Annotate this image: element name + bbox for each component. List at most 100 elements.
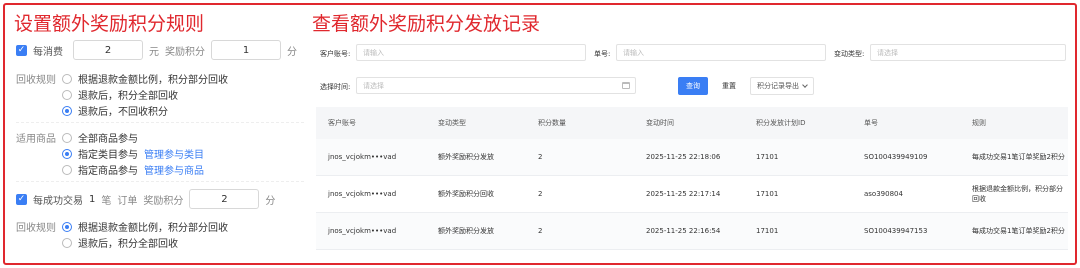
trade-count-value: 1 — [89, 193, 96, 205]
cell-account: jnos_vcjokm•••vad — [328, 153, 397, 161]
time-filter-label: 选择时间: — [320, 83, 351, 91]
rule1-reclaim-label: 回收规则 — [16, 75, 56, 86]
rule2-option-label: 根据退款金额比例，积分部分回收 — [78, 223, 228, 234]
cell-account: jnos_vcjokm•••vad — [328, 227, 397, 235]
order-filter-label: 单号: — [594, 50, 611, 58]
spend-points-unit: 分 — [287, 46, 297, 58]
rule2-radio-1[interactable] — [62, 237, 72, 248]
order-filter-input[interactable]: 请输入 — [616, 44, 826, 61]
rule-spend-row: ✓ 每消费 2 元 奖励积分 1 分 — [16, 40, 297, 60]
records-panel: 客户账号: 请输入 单号: 请输入 变动类型: 请选择 选择时间: 请选择 查询… — [316, 38, 1068, 260]
header-type: 变动类型 — [438, 119, 466, 127]
divider — [16, 181, 304, 182]
rule1-option-label: 退款后，不回收积分 — [78, 107, 168, 118]
cell-type: 额外奖励积分回收 — [438, 190, 494, 198]
cell-type: 额外奖励积分发放 — [438, 227, 494, 235]
account-filter-label: 客户账号: — [320, 50, 351, 58]
header-time: 变动时间 — [646, 119, 674, 127]
rule1-option-label: 根据退款金额比例，积分部分回收 — [78, 75, 228, 86]
export-button[interactable]: 积分记录导出 — [750, 77, 814, 95]
product-option-1[interactable]: 指定类目参与 管理参与类目 — [62, 146, 204, 161]
cell-plan-id: 17101 — [756, 190, 779, 198]
cell-rule: 每成功交易1笔订单奖励2积分 — [972, 153, 1065, 161]
account-filter-input[interactable]: 请输入 — [356, 44, 586, 61]
rule-spend-checkbox[interactable]: ✓ — [16, 44, 27, 56]
product-option-label: 指定类目参与 — [78, 150, 138, 161]
cell-plan-id: 17101 — [756, 153, 779, 161]
records-table: 客户账号 变动类型 积分数量 变动时间 积分发放计划ID 单号 规则 jnos_… — [316, 107, 1068, 250]
rule2-option-1[interactable]: 退款后，积分全部回收 — [62, 235, 178, 250]
time-filter-input[interactable]: 请选择 — [356, 77, 636, 94]
table-body: jnos_vcjokm•••vad 额外奖励积分发放 2 2025-11-25 … — [316, 139, 1068, 250]
header-account: 客户账号 — [328, 119, 356, 127]
cell-order: SO100439947153 — [864, 227, 928, 235]
cell-plan-id: 17101 — [756, 227, 779, 235]
rule2-reclaim-label: 回收规则 — [16, 223, 56, 234]
trade-points-unit: 分 — [265, 195, 276, 207]
cell-order: aso390804 — [864, 190, 903, 198]
reset-button[interactable]: 重置 — [716, 77, 742, 95]
time-filter-placeholder: 请选择 — [363, 81, 384, 90]
product-radio-0[interactable] — [62, 132, 72, 143]
product-option-2[interactable]: 指定商品参与 管理参与商品 — [62, 162, 204, 177]
spend-points-input[interactable]: 1 — [211, 40, 281, 60]
table-row: jnos_vcjokm•••vad 额外奖励积分发放 2 2025-11-25 … — [316, 139, 1068, 176]
rule1-option-label: 退款后，积分全部回收 — [78, 91, 178, 102]
product-radio-2[interactable] — [62, 164, 72, 175]
cell-order: SO100439949109 — [864, 153, 928, 161]
cell-account: jnos_vcjokm•••vad — [328, 190, 397, 198]
spend-reward-label: 奖励积分 — [165, 46, 205, 58]
cell-time: 2025-11-25 22:17:14 — [646, 190, 721, 198]
trade-points-input[interactable]: 2 — [189, 189, 260, 209]
products-label: 适用商品 — [16, 134, 56, 145]
rule1-radio-0[interactable] — [62, 73, 72, 84]
trade-order-label: 订单 — [117, 195, 138, 207]
cell-time: 2025-11-25 22:16:54 — [646, 227, 721, 235]
rule1-option-1[interactable]: 退款后，积分全部回收 — [62, 87, 178, 102]
product-radio-1[interactable] — [62, 148, 72, 159]
rule1-radio-1[interactable] — [62, 89, 72, 100]
export-button-label: 积分记录导出 — [757, 82, 799, 90]
right-heading: 查看额外奖励积分发放记录 — [312, 13, 541, 35]
rule-trade-label: 每成功交易 — [33, 195, 83, 207]
rule-spend-label: 每消费 — [33, 46, 63, 58]
cell-rule: 每成功交易1笔订单奖励2积分 — [972, 227, 1065, 235]
spend-unit: 元 — [149, 46, 159, 58]
manage-products-link[interactable]: 管理参与商品 — [144, 162, 204, 177]
product-option-label: 指定商品参与 — [78, 166, 138, 177]
type-filter-select[interactable]: 请选择 — [870, 44, 1066, 61]
header-plan-id: 积分发放计划ID — [756, 119, 806, 127]
header-rule: 规则 — [972, 119, 986, 127]
table-row: jnos_vcjokm•••vad 额外奖励积分回收 2 2025-11-25 … — [316, 176, 1068, 213]
manage-categories-link[interactable]: 管理参与类目 — [144, 146, 204, 161]
spend-amount-input[interactable]: 2 — [73, 40, 143, 60]
query-button[interactable]: 查询 — [678, 77, 708, 95]
rule2-option-0[interactable]: 根据退款金额比例，积分部分回收 — [62, 219, 228, 234]
cell-points: 2 — [538, 190, 543, 198]
left-heading: 设置额外奖励积分规则 — [14, 13, 205, 35]
chevron-down-icon — [802, 81, 808, 88]
cell-type: 额外奖励积分发放 — [438, 153, 494, 161]
calendar-icon — [622, 82, 630, 89]
product-option-label: 全部商品参与 — [78, 134, 138, 145]
rule2-option-label: 退款后，积分全部回收 — [78, 239, 178, 250]
table-header: 客户账号 变动类型 积分数量 变动时间 积分发放计划ID 单号 规则 — [316, 107, 1068, 139]
rule-trade-row: ✓ 每成功交易 1 笔 订单 奖励积分 2 分 — [16, 189, 275, 209]
header-points: 积分数量 — [538, 119, 566, 127]
rule1-radio-2[interactable] — [62, 105, 72, 116]
rule-trade-checkbox[interactable]: ✓ — [16, 193, 27, 205]
cell-points: 2 — [538, 227, 543, 235]
header-order: 单号 — [864, 119, 878, 127]
type-filter-label: 变动类型: — [834, 50, 865, 58]
rules-panel: ✓ 每消费 2 元 奖励积分 1 分 回收规则 根据退款金额比例，积分部分回收 … — [16, 38, 304, 258]
product-option-0[interactable]: 全部商品参与 — [62, 130, 138, 145]
rule2-radio-0[interactable] — [62, 221, 72, 232]
trade-count-unit: 笔 — [101, 195, 112, 207]
cell-points: 2 — [538, 153, 543, 161]
rule1-option-0[interactable]: 根据退款金额比例，积分部分回收 — [62, 71, 228, 86]
trade-reward-label: 奖励积分 — [143, 195, 184, 207]
table-row: jnos_vcjokm•••vad 额外奖励积分发放 2 2025-11-25 … — [316, 213, 1068, 250]
cell-time: 2025-11-25 22:18:06 — [646, 153, 721, 161]
cell-rule: 根据退款金额比例，积分部分回收 — [972, 185, 1063, 203]
rule1-option-2[interactable]: 退款后，不回收积分 — [62, 103, 168, 118]
